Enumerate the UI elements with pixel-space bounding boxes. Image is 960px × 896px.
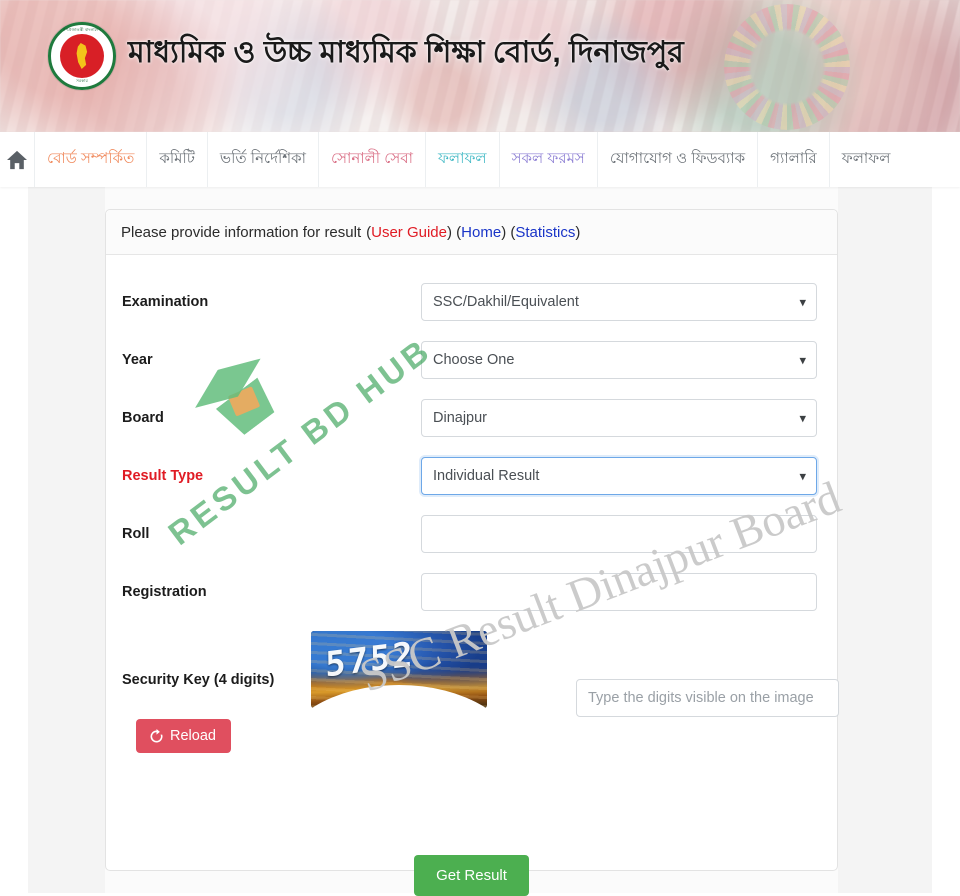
roll-label: Roll [122, 526, 150, 542]
registration-label: Registration [122, 584, 207, 600]
nav-item-contact-feedback[interactable]: যোগাযোগ ও ফিডব্যাক [598, 132, 759, 187]
logo-ring: গণপ্রজাতন্ত্রী বাংলাদেশ সরকার [48, 22, 116, 90]
security-key-label: Security Key (4 digits) [122, 672, 275, 688]
paren-1: ) ( [447, 223, 462, 241]
refresh-icon [150, 728, 163, 742]
result-form-panel: Please provide information for result ( … [105, 209, 839, 896]
security-key-control [576, 679, 839, 717]
logo-disc [60, 34, 104, 78]
right-gutter [838, 187, 932, 893]
board-label: Board [122, 410, 164, 426]
security-key-input[interactable] [576, 679, 839, 717]
year-control: Choose One ▾ [421, 341, 817, 379]
form-row-registration: Registration [121, 563, 822, 621]
panel-header: Please provide information for result ( … [106, 210, 837, 255]
panel-body: Examination SSC/Dakhil/Equivalent ▾ Year… [106, 255, 839, 896]
result-type-control: Individual Result ▾ [421, 457, 817, 495]
result-type-label: Result Type [122, 468, 204, 484]
board-logo: গণপ্রজাতন্ত্রী বাংলাদেশ সরকার [48, 22, 116, 90]
examination-select[interactable]: SSC/Dakhil/Equivalent [421, 283, 817, 321]
roll-input[interactable] [421, 515, 817, 553]
examination-control: SSC/Dakhil/Equivalent ▾ [421, 283, 817, 321]
board-control: Dinajpur ▾ [421, 399, 817, 437]
left-margin [0, 187, 28, 893]
paren-2: ) ( [501, 223, 516, 241]
submit-row: Get Result [106, 855, 837, 896]
get-result-button[interactable]: Get Result [414, 855, 529, 896]
board-select[interactable]: Dinajpur [421, 399, 817, 437]
nav-item-gallery[interactable]: গ্যালারি [758, 132, 830, 187]
result-type-select[interactable]: Individual Result [421, 457, 817, 495]
form-row-result-type: Result Type Individual Result ▾ [121, 447, 822, 505]
nav-item-board-related[interactable]: বোর্ড সম্পর্কিত [35, 132, 148, 187]
roll-control [421, 515, 817, 553]
nav-item-sonali-seba[interactable]: সোনালী সেবা [319, 132, 426, 187]
form-row-board: Board Dinajpur ▾ [121, 389, 822, 447]
statistics-link[interactable]: Statistics [515, 224, 575, 241]
bangladesh-map-icon [76, 43, 88, 69]
logo-bottom-text: সরকার [76, 78, 88, 83]
year-select[interactable]: Choose One [421, 341, 817, 379]
left-gutter [28, 187, 105, 893]
form-row-roll: Roll [121, 505, 822, 563]
form-row-examination: Examination SSC/Dakhil/Equivalent ▾ [121, 273, 822, 331]
home-icon [7, 150, 27, 169]
logo-top-text: গণপ্রজাতন্ত্রী বাংলাদেশ [62, 27, 102, 32]
year-label: Year [122, 352, 153, 368]
home-link[interactable]: Home [461, 224, 501, 241]
right-margin [932, 187, 960, 893]
registration-control [421, 573, 817, 611]
nav-home-button[interactable] [0, 132, 35, 187]
banner-title: মাধ্যমিক ও উচ্চ মাধ্যমিক শিক্ষা বোর্ড, দ… [128, 36, 684, 69]
site-banner: গণপ্রজাতন্ত্রী বাংলাদেশ সরকার মাধ্যমিক ও… [0, 0, 960, 132]
panel-header-text: Please provide information for result [121, 223, 362, 241]
examination-label: Examination [122, 294, 209, 310]
form-row-security-key: Security Key (4 digits) Reload 5752 [121, 627, 839, 753]
registration-input[interactable] [421, 573, 817, 611]
main-navigation: বোর্ড সম্পর্কিত কমিটি ভর্তি নির্দেশিকা স… [0, 132, 960, 187]
nav-item-result-secondary[interactable]: ফলাফল [830, 132, 903, 187]
nav-item-committee[interactable]: কমিটি [147, 132, 208, 187]
captcha-image: 5752 [311, 631, 487, 708]
user-guide-link[interactable]: User Guide [371, 224, 447, 241]
reload-button-label: Reload [170, 728, 216, 744]
nav-item-admission-guide[interactable]: ভর্তি নির্দেশিকা [208, 132, 319, 187]
paren-3: ) [575, 223, 581, 241]
nav-item-result[interactable]: ফলাফল [426, 132, 500, 187]
nav-item-all-forms[interactable]: সকল ফরমস [500, 132, 598, 187]
form-row-year: Year Choose One ▾ [121, 331, 822, 389]
reload-captcha-button[interactable]: Reload [136, 719, 231, 753]
